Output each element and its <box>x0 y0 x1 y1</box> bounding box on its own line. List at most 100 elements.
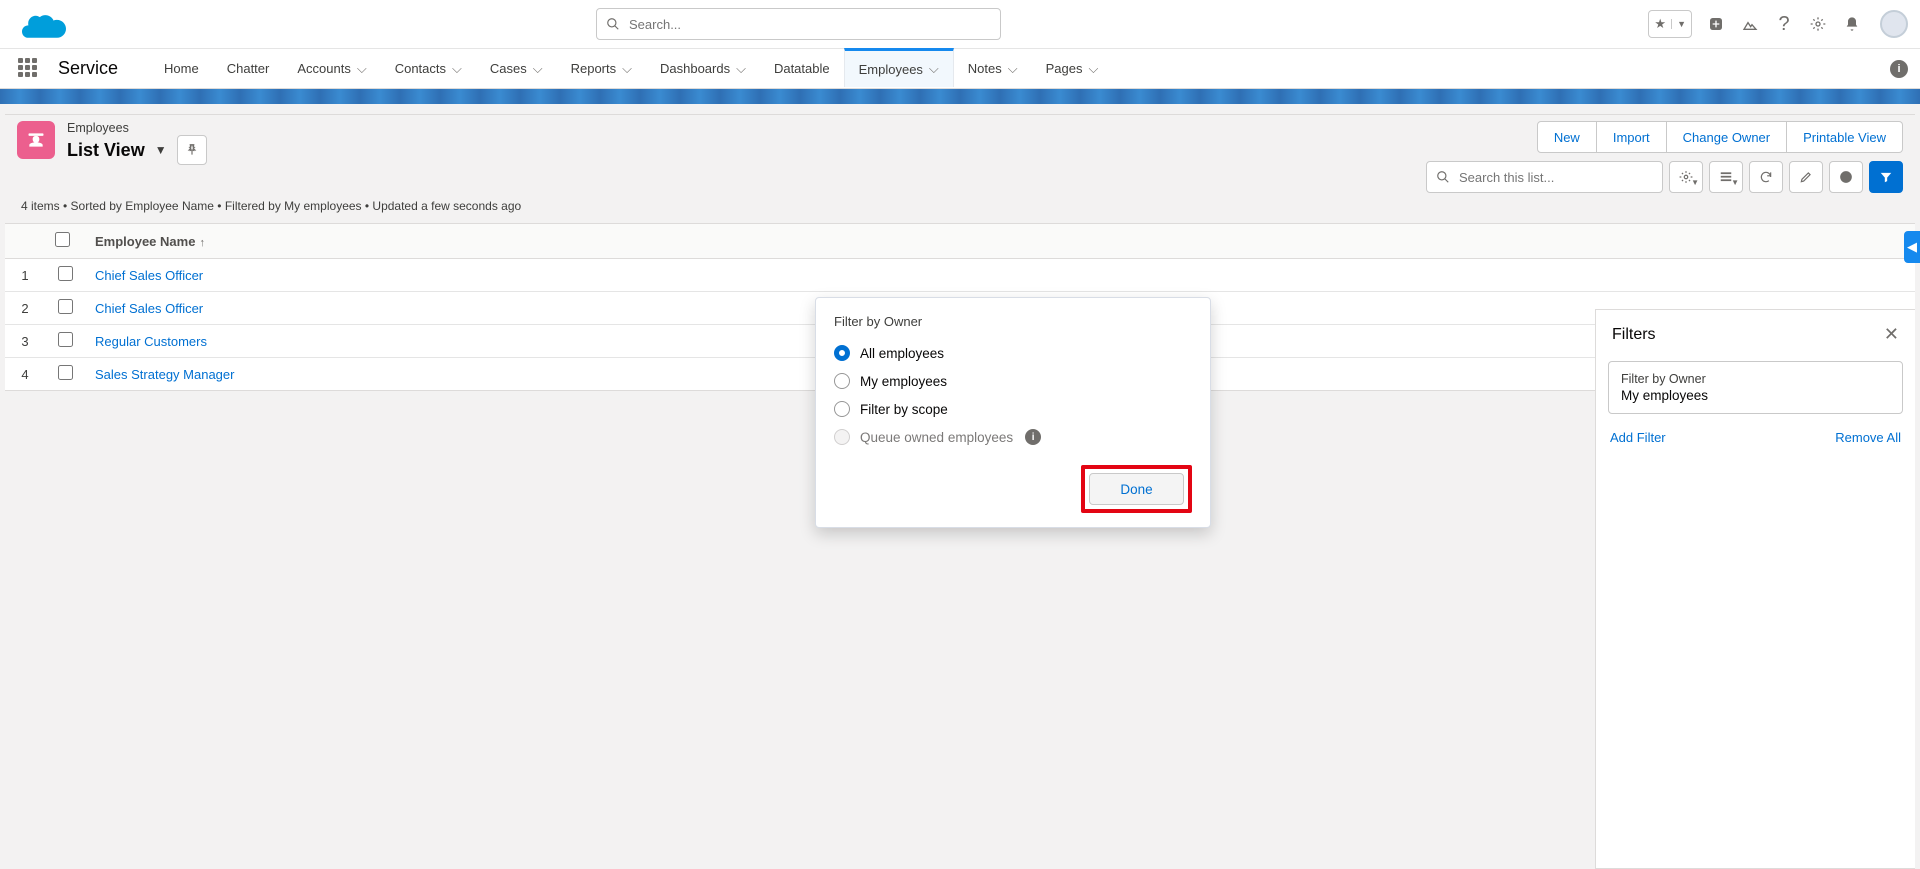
close-icon[interactable]: ✕ <box>1884 324 1899 345</box>
object-icon <box>17 121 55 159</box>
row-checkbox[interactable] <box>58 365 73 380</box>
nav-info-icon[interactable]: i <box>1890 60 1908 78</box>
row-select[interactable] <box>45 358 85 391</box>
record-link[interactable]: Chief Sales Officer <box>95 301 203 316</box>
tab-contacts[interactable]: Contacts⌵ <box>381 49 476 88</box>
app-nav-bar: Service HomeChatterAccounts⌵Contacts⌵Cas… <box>0 48 1920 89</box>
record-link[interactable]: Regular Customers <box>95 334 207 349</box>
chevron-down-icon[interactable]: ⌵ <box>929 61 939 77</box>
nav-tabs: HomeChatterAccounts⌵Contacts⌵Cases⌵Repor… <box>150 49 1112 88</box>
edit-list-icon[interactable] <box>1789 161 1823 193</box>
radio-icon <box>834 429 850 445</box>
table-row: 1 Chief Sales Officer <box>5 259 1915 292</box>
filter-card-owner[interactable]: Filter by Owner My employees <box>1608 361 1903 414</box>
col-employee-name[interactable]: Employee Name ↑ <box>85 224 1915 259</box>
printable-view-button[interactable]: Printable View <box>1787 121 1903 153</box>
tab-pages[interactable]: Pages ⌵ <box>1032 49 1113 88</box>
opt-my-employees[interactable]: My employees <box>834 367 1192 395</box>
user-avatar[interactable] <box>1880 10 1908 38</box>
select-all-checkbox[interactable] <box>55 232 70 247</box>
salesforce-logo[interactable] <box>22 9 66 39</box>
opt-all-employees[interactable]: All employees <box>834 339 1192 367</box>
favorites-button[interactable]: ★▼ <box>1648 10 1692 38</box>
tab-employees[interactable]: Employees⌵ <box>844 48 954 87</box>
tab-home[interactable]: Home <box>150 49 213 88</box>
tab-label: Pages <box>1046 61 1083 76</box>
chart-icon[interactable] <box>1829 161 1863 193</box>
page: ◀ Employees List View ▼ New Import <box>0 104 1920 869</box>
global-search <box>596 8 1001 40</box>
chevron-down-icon[interactable]: ⌵ <box>533 61 543 77</box>
opt-all-label: All employees <box>860 346 944 361</box>
new-button[interactable]: New <box>1537 121 1597 153</box>
radio-icon <box>834 373 850 389</box>
tab-dashboards[interactable]: Dashboards⌵ <box>646 49 760 88</box>
chevron-down-icon[interactable]: ⌵ <box>622 61 632 77</box>
col-employee-name-label: Employee Name <box>95 234 195 249</box>
pin-list-button[interactable] <box>177 135 207 165</box>
tab-notes[interactable]: Notes⌵ <box>954 49 1032 88</box>
app-launcher-icon[interactable] <box>18 58 40 80</box>
collapse-panel-icon[interactable]: ◀ <box>1904 231 1920 263</box>
row-checkbox[interactable] <box>58 332 73 347</box>
opt-my-label: My employees <box>860 374 947 389</box>
tab-reports[interactable]: Reports⌵ <box>557 49 646 88</box>
chevron-down-icon[interactable]: ⌵ <box>357 61 367 77</box>
list-view-switcher-icon[interactable]: ▼ <box>155 143 167 157</box>
row-number: 1 <box>5 259 45 292</box>
search-icon <box>1436 170 1450 184</box>
record-link[interactable]: Chief Sales Officer <box>95 268 203 283</box>
add-filter-link[interactable]: Add Filter <box>1610 430 1666 445</box>
filters-panel-title: Filters <box>1612 326 1656 344</box>
info-icon[interactable]: i <box>1025 429 1041 445</box>
filter-card-label: Filter by Owner <box>1621 372 1890 386</box>
done-highlight: Done <box>1081 465 1192 513</box>
sort-asc-icon: ↑ <box>199 237 205 249</box>
filter-card-value: My employees <box>1621 388 1890 403</box>
chevron-down-icon[interactable]: ⌵ <box>452 61 462 77</box>
radio-icon <box>834 401 850 417</box>
list-view-title[interactable]: List View <box>67 140 145 161</box>
col-rownum <box>5 224 45 259</box>
list-search-input[interactable] <box>1426 161 1663 193</box>
list-view-controls-gear-icon[interactable]: ▼ <box>1669 161 1703 193</box>
trailhead-icon[interactable] <box>1740 14 1760 34</box>
header-action-buttons: New Import Change Owner Printable View <box>1537 121 1903 153</box>
tab-datatable[interactable]: Datatable <box>760 49 844 88</box>
col-select-all[interactable] <box>45 224 85 259</box>
notifications-bell-icon[interactable] <box>1842 14 1862 34</box>
tab-cases[interactable]: Cases⌵ <box>476 49 557 88</box>
row-select[interactable] <box>45 292 85 325</box>
opt-queue-label: Queue owned employees <box>860 430 1013 445</box>
help-icon[interactable]: ? <box>1774 14 1794 34</box>
row-number: 3 <box>5 325 45 358</box>
filters-panel: Filters ✕ Filter by Owner My employees A… <box>1595 309 1915 869</box>
brand-band <box>0 89 1920 104</box>
chevron-down-icon[interactable]: ⌵ <box>736 61 746 77</box>
chevron-down-icon[interactable]: ⌵ <box>1088 61 1098 77</box>
list-view-info: 4 items • Sorted by Employee Name • Filt… <box>17 193 1903 223</box>
filter-icon[interactable] <box>1869 161 1903 193</box>
global-search-input[interactable] <box>596 8 1001 40</box>
display-as-icon[interactable]: ▼ <box>1709 161 1743 193</box>
chevron-down-icon[interactable]: ⌵ <box>1008 61 1018 77</box>
remove-all-link[interactable]: Remove All <box>1835 430 1901 445</box>
setup-gear-icon[interactable] <box>1808 14 1828 34</box>
row-select[interactable] <box>45 325 85 358</box>
popover-title: Filter by Owner <box>834 314 1192 329</box>
import-button[interactable]: Import <box>1597 121 1667 153</box>
row-select[interactable] <box>45 259 85 292</box>
tab-chatter[interactable]: Chatter <box>213 49 284 88</box>
done-button[interactable]: Done <box>1089 473 1184 505</box>
tab-accounts[interactable]: Accounts ⌵ <box>283 49 380 88</box>
change-owner-button[interactable]: Change Owner <box>1667 121 1787 153</box>
record-link[interactable]: Sales Strategy Manager <box>95 367 234 382</box>
opt-filter-by-scope[interactable]: Filter by scope <box>834 395 1192 423</box>
header-actions: ★▼ ? <box>1648 10 1908 38</box>
add-icon[interactable] <box>1706 14 1726 34</box>
row-checkbox[interactable] <box>58 266 73 281</box>
tab-label: Accounts <box>297 61 350 76</box>
row-checkbox[interactable] <box>58 299 73 314</box>
global-header: ★▼ ? <box>0 0 1920 48</box>
refresh-icon[interactable] <box>1749 161 1783 193</box>
